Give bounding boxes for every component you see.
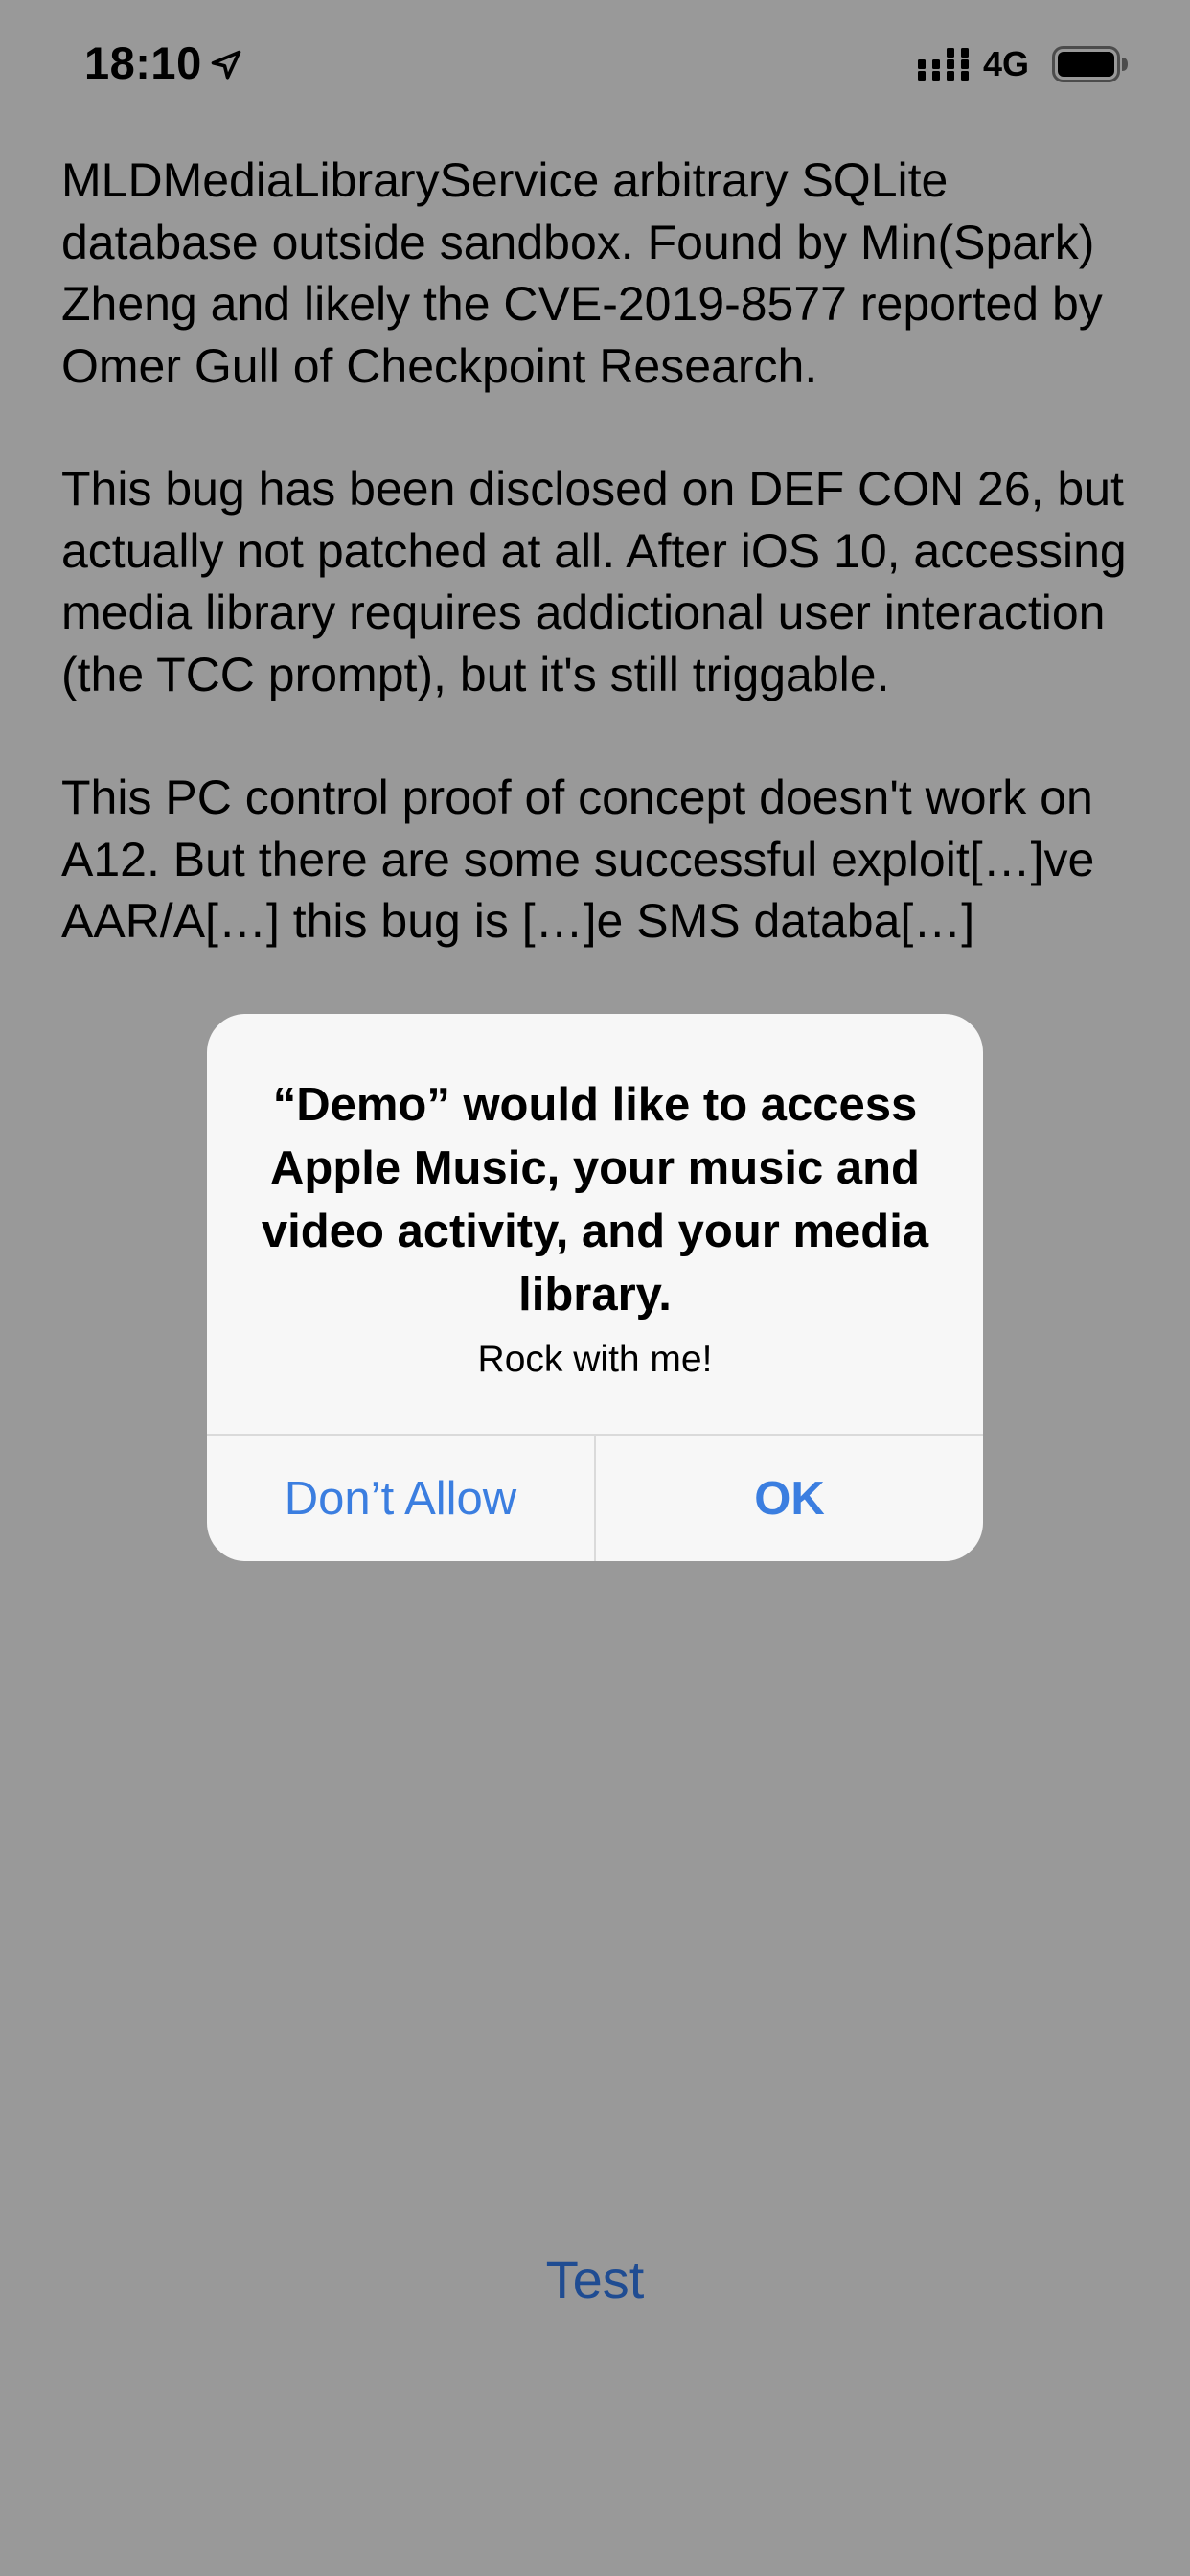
description-paragraph-1: MLDMediaLibraryService arbitrary SQLite …: [61, 153, 1103, 393]
alert-message: Rock with me!: [477, 1339, 713, 1380]
description-paragraph-3: This PC control proof of concept doesn't…: [61, 770, 1095, 948]
description-text: MLDMediaLibraryService arbitrary SQLite …: [61, 150, 1138, 1014]
cellular-signal-icon: [918, 48, 969, 80]
alert-title: “Demo” would like to access Apple Music,…: [261, 1079, 929, 1321]
status-bar: 18:10 4G: [0, 0, 1190, 128]
ok-button[interactable]: OK: [596, 1436, 983, 1561]
network-type-label: 4G: [983, 44, 1030, 83]
description-paragraph-2: This bug has been disclosed on DEF CON 2…: [61, 462, 1127, 702]
alert-body: “Demo” would like to access Apple Music,…: [207, 1014, 983, 1434]
status-time: 18:10: [84, 37, 202, 88]
location-arrow-icon: [211, 50, 241, 80]
battery-icon: [1052, 46, 1128, 82]
test-button[interactable]: Test: [0, 2248, 1190, 2311]
permission-alert: “Demo” would like to access Apple Music,…: [207, 1014, 983, 1561]
dont-allow-button[interactable]: Don’t Allow: [207, 1436, 594, 1561]
